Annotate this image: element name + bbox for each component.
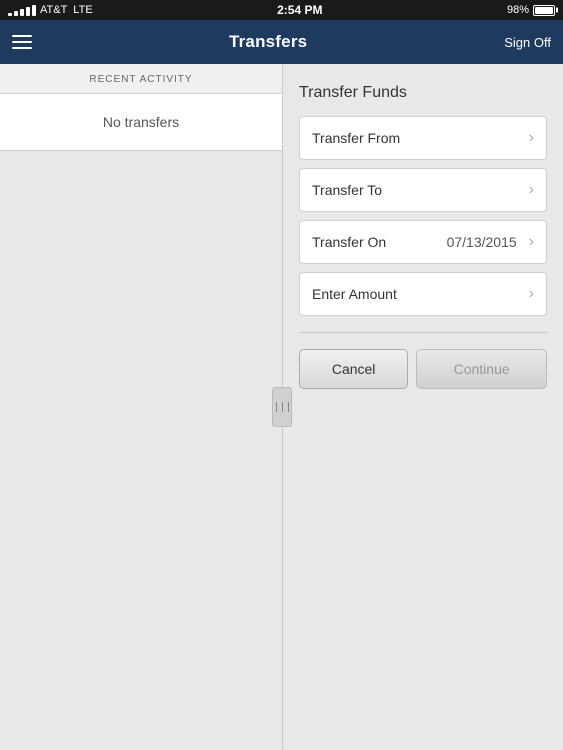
form-separator xyxy=(299,332,547,333)
battery-icon xyxy=(533,5,555,16)
enter-amount-chevron-icon: › xyxy=(529,285,534,303)
transfer-on-row[interactable]: Transfer On 07/13/2015 › xyxy=(299,220,547,264)
sign-off-button[interactable]: Sign Off xyxy=(504,35,551,50)
enter-amount-right: › xyxy=(529,285,534,303)
transfer-from-row[interactable]: Transfer From › xyxy=(299,116,547,160)
enter-amount-row[interactable]: Enter Amount › xyxy=(299,272,547,316)
transfer-on-right: 07/13/2015 › xyxy=(447,233,534,251)
signal-icon xyxy=(8,5,36,16)
carrier-label: AT&T xyxy=(40,4,67,16)
cancel-button[interactable]: Cancel xyxy=(299,349,408,389)
transfer-to-right: › xyxy=(529,181,534,199)
main-layout: RECENT ACTIVITY No transfers Transfer Fu… xyxy=(0,64,563,750)
nav-bar: Transfers Sign Off xyxy=(0,20,563,64)
transfer-to-label: Transfer To xyxy=(312,182,382,198)
status-right: 98% xyxy=(507,4,555,16)
page-title: Transfers xyxy=(229,32,307,52)
menu-button[interactable] xyxy=(12,35,32,49)
recent-activity-header: RECENT ACTIVITY xyxy=(0,64,282,94)
status-bar: AT&T LTE 2:54 PM 98% xyxy=(0,0,563,20)
transfer-on-chevron-icon: › xyxy=(529,233,534,251)
enter-amount-label: Enter Amount xyxy=(312,286,397,302)
continue-button[interactable]: Continue xyxy=(416,349,547,389)
status-time: 2:54 PM xyxy=(277,3,322,17)
transfer-to-row[interactable]: Transfer To › xyxy=(299,168,547,212)
right-panel: Transfer Funds Transfer From › Transfer … xyxy=(283,64,563,750)
left-panel: RECENT ACTIVITY No transfers xyxy=(0,64,283,750)
button-row: Cancel Continue xyxy=(299,349,547,389)
transfer-from-right: › xyxy=(529,129,534,147)
status-left: AT&T LTE xyxy=(8,4,93,16)
network-type-label: LTE xyxy=(73,4,92,16)
panel-resize-handle[interactable] xyxy=(272,387,292,427)
transfer-on-label: Transfer On xyxy=(312,234,386,250)
transfer-from-chevron-icon: › xyxy=(529,129,534,147)
transfer-from-label: Transfer From xyxy=(312,130,400,146)
no-transfers-message: No transfers xyxy=(0,94,282,151)
transfer-on-value: 07/13/2015 xyxy=(447,234,517,250)
battery-percent-label: 98% xyxy=(507,4,529,16)
transfer-funds-title: Transfer Funds xyxy=(299,84,547,102)
transfer-to-chevron-icon: › xyxy=(529,181,534,199)
